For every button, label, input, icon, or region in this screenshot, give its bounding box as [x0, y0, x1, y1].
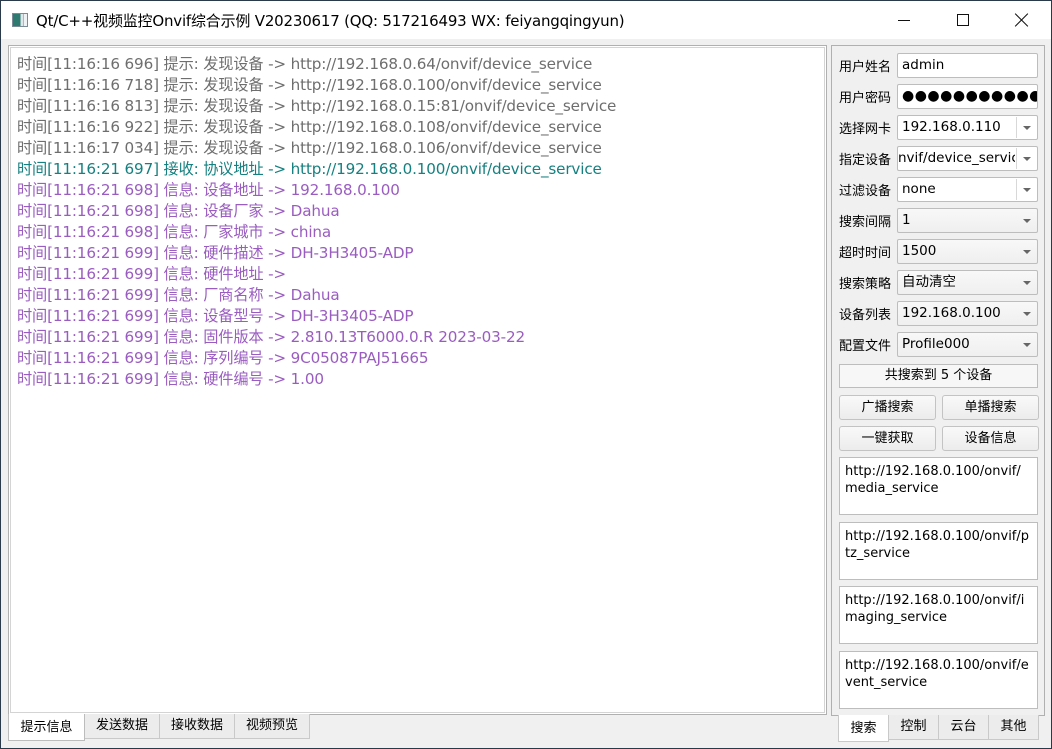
- app-window: Qt/C++视频监控Onvif综合示例 V20230617 (QQ: 51721…: [0, 0, 1052, 749]
- minimize-icon: [898, 19, 910, 21]
- search-panel: 用户姓名 admin 用户密码 ●●●●●●●●●●● 选择网卡 192.168…: [831, 45, 1045, 716]
- chevron-down-icon[interactable]: [1023, 281, 1031, 285]
- filter-value: none: [902, 181, 936, 197]
- interval-label: 搜索间隔: [839, 215, 892, 230]
- nic-label: 选择网卡: [839, 122, 892, 137]
- title-bar[interactable]: Qt/C++视频监控Onvif综合示例 V20230617 (QQ: 51721…: [1, 1, 1051, 39]
- tab-control[interactable]: 控制: [888, 715, 939, 740]
- combo-separator: [1016, 117, 1017, 138]
- close-button[interactable]: [999, 1, 1045, 39]
- device-list-combobox[interactable]: 192.168.0.100: [897, 301, 1038, 326]
- chevron-down-icon[interactable]: [1023, 188, 1031, 192]
- log-line: 时间[11:16:21 698] 信息: 设备厂家 -> Dahua: [17, 202, 340, 220]
- device-list-row: 设备列表 192.168.0.100: [839, 301, 1039, 326]
- nic-row: 选择网卡 192.168.0.110: [839, 115, 1039, 140]
- timeout-combobox[interactable]: 1500: [897, 239, 1038, 264]
- log-line: 时间[11:16:21 698] 信息: 厂家城市 -> china: [17, 223, 332, 241]
- strategy-row: 搜索策略 自动清空: [839, 270, 1039, 295]
- device-row: 指定设备 nvif/device_service: [839, 146, 1039, 171]
- log-line: 时间[11:16:21 697] 接收: 协议地址 -> http://192.…: [17, 160, 602, 178]
- profile-row: 配置文件 Profile000: [839, 332, 1039, 357]
- device-info-button[interactable]: 设备信息: [942, 426, 1039, 451]
- broadcast-search-button[interactable]: 广播搜索: [839, 395, 936, 420]
- profile-label: 配置文件: [839, 339, 892, 354]
- log-panel: 时间[11:16:16 696] 提示: 发现设备 -> http://192.…: [8, 45, 827, 715]
- interval-value: 1: [902, 212, 911, 228]
- window-title: Qt/C++视频监控Onvif综合示例 V20230617 (QQ: 51721…: [36, 12, 625, 30]
- tab-send-data[interactable]: 发送数据: [84, 714, 160, 739]
- combo-separator: [1016, 179, 1017, 200]
- maximize-button[interactable]: [940, 1, 986, 39]
- tab-tip-info[interactable]: 提示信息: [8, 714, 85, 741]
- filter-combobox[interactable]: none: [897, 177, 1038, 202]
- password-row: 用户密码 ●●●●●●●●●●●: [839, 84, 1039, 109]
- nic-combobox[interactable]: 192.168.0.110: [897, 115, 1038, 140]
- bottom-tab-bar: 提示信息 发送数据 接收数据 视频预览: [8, 714, 310, 741]
- log-line: 时间[11:16:16 922] 提示: 发现设备 -> http://192.…: [17, 118, 602, 136]
- combo-separator: [1016, 148, 1017, 169]
- strategy-combobox[interactable]: 自动清空: [897, 270, 1038, 295]
- username-row: 用户姓名 admin: [839, 53, 1039, 78]
- tab-ptz[interactable]: 云台: [938, 715, 989, 740]
- device-list-label: 设备列表: [839, 308, 892, 323]
- filter-label: 过滤设备: [839, 184, 892, 199]
- password-input[interactable]: ●●●●●●●●●●●: [897, 84, 1038, 109]
- log-line: 时间[11:16:16 696] 提示: 发现设备 -> http://192.…: [17, 55, 593, 73]
- app-icon: [12, 13, 28, 27]
- ptz-service-field[interactable]: http://192.168.0.100/onvif/ptz_service: [839, 522, 1038, 580]
- log-line: 时间[11:16:21 699] 信息: 硬件描述 -> DH-3H3405-A…: [17, 244, 414, 262]
- log-line: 时间[11:16:21 699] 信息: 设备型号 -> DH-3H3405-A…: [17, 307, 414, 325]
- one-click-fetch-button[interactable]: 一键获取: [839, 426, 936, 451]
- password-label: 用户密码: [839, 91, 892, 106]
- device-value: nvif/device_service: [898, 150, 1015, 166]
- imaging-service-field[interactable]: http://192.168.0.100/onvif/imaging_servi…: [839, 586, 1038, 644]
- log-list: 时间[11:16:16 696] 提示: 发现设备 -> http://192.…: [17, 54, 616, 390]
- interval-row: 搜索间隔 1: [839, 208, 1039, 233]
- username-input[interactable]: admin: [897, 53, 1038, 78]
- strategy-value: 自动清空: [902, 274, 956, 290]
- log-line: 时间[11:16:16 718] 提示: 发现设备 -> http://192.…: [17, 76, 602, 94]
- log-line: 时间[11:16:21 698] 信息: 设备地址 -> 192.168.0.1…: [17, 181, 400, 199]
- log-line: 时间[11:16:21 699] 信息: 序列编号 -> 9C05087PAJ5…: [17, 349, 429, 367]
- chevron-down-icon[interactable]: [1023, 157, 1031, 161]
- side-tab-bar: 搜索 控制 云台 其他: [838, 715, 1039, 742]
- tab-receive-data[interactable]: 接收数据: [159, 714, 235, 739]
- search-count-label: 共搜索到 5 个设备: [839, 364, 1038, 388]
- tab-video-preview[interactable]: 视频预览: [234, 714, 310, 739]
- chevron-down-icon[interactable]: [1023, 312, 1031, 316]
- timeout-value: 1500: [902, 243, 937, 259]
- minimize-button[interactable]: [881, 1, 927, 39]
- event-service-field[interactable]: http://192.168.0.100/onvif/event_service: [839, 651, 1038, 709]
- log-line: 时间[11:16:21 699] 信息: 硬件地址 ->: [17, 265, 286, 283]
- log-text-area[interactable]: 时间[11:16:16 696] 提示: 发现设备 -> http://192.…: [10, 47, 825, 713]
- chevron-down-icon[interactable]: [1023, 219, 1031, 223]
- chevron-down-icon[interactable]: [1023, 250, 1031, 254]
- timeout-label: 超时时间: [839, 246, 892, 261]
- interval-combobox[interactable]: 1: [897, 208, 1038, 233]
- close-icon: [1015, 13, 1029, 27]
- profile-combobox[interactable]: Profile000: [897, 332, 1038, 357]
- chevron-down-icon[interactable]: [1023, 126, 1031, 130]
- strategy-label: 搜索策略: [839, 277, 892, 292]
- media-service-field[interactable]: http://192.168.0.100/onvif/media_service: [839, 457, 1038, 515]
- unicast-search-button[interactable]: 单播搜索: [942, 395, 1039, 420]
- tab-other[interactable]: 其他: [988, 715, 1039, 740]
- chevron-down-icon[interactable]: [1023, 343, 1031, 347]
- maximize-icon: [957, 14, 969, 26]
- username-label: 用户姓名: [839, 60, 892, 75]
- device-label: 指定设备: [839, 153, 892, 168]
- log-line: 时间[11:16:21 699] 信息: 硬件编号 -> 1.00: [17, 370, 324, 388]
- log-line: 时间[11:16:21 699] 信息: 固件版本 -> 2.810.13T60…: [17, 328, 525, 346]
- device-combobox[interactable]: nvif/device_service: [897, 146, 1038, 171]
- log-line: 时间[11:16:17 034] 提示: 发现设备 -> http://192.…: [17, 139, 602, 157]
- device-list-value: 192.168.0.100: [902, 305, 1001, 321]
- log-line: 时间[11:16:21 699] 信息: 厂商名称 -> Dahua: [17, 286, 340, 304]
- filter-row: 过滤设备 none: [839, 177, 1039, 202]
- timeout-row: 超时时间 1500: [839, 239, 1039, 264]
- tab-search[interactable]: 搜索: [838, 715, 889, 742]
- nic-value: 192.168.0.110: [902, 119, 1001, 135]
- profile-value: Profile000: [902, 336, 970, 352]
- log-line: 时间[11:16:16 813] 提示: 发现设备 -> http://192.…: [17, 97, 617, 115]
